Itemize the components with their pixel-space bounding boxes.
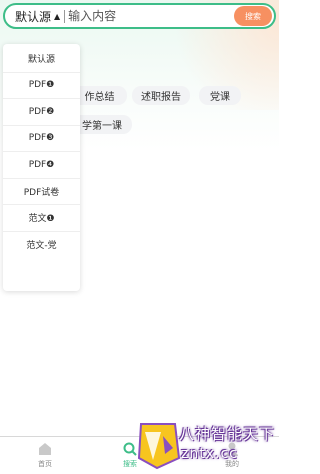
bottom-nav: 首页 搜索 我的	[0, 436, 279, 474]
nav-label: 我的	[225, 460, 239, 468]
nav-item-search[interactable]: 搜索	[110, 441, 150, 473]
dropdown-item[interactable]: PDF❹	[3, 152, 80, 179]
dropdown-item[interactable]: 默认源	[3, 46, 80, 73]
nav-label: 首页	[38, 460, 52, 468]
nav-item-profile[interactable]: 我的	[212, 441, 252, 473]
home-icon	[39, 443, 51, 455]
search-input[interactable]	[65, 5, 234, 27]
dropdown-item[interactable]: PDF❷	[3, 99, 80, 126]
dropdown-item[interactable]: 范文❶	[3, 205, 80, 232]
tag-item[interactable]: 党课	[199, 86, 241, 105]
tag-item[interactable]: 学第一课	[72, 115, 132, 134]
dropdown-item[interactable]: PDF❶	[3, 73, 80, 99]
nav-item-home[interactable]: 首页	[25, 441, 65, 473]
tag-item[interactable]: 述职报告	[132, 86, 190, 105]
search-bar: 默认源 ▲ 搜索	[3, 3, 276, 29]
search-button[interactable]: 搜索	[234, 6, 272, 26]
source-selector[interactable]: 默认源 ▲	[5, 5, 60, 27]
dropdown-item[interactable]: PDF❸	[3, 126, 80, 152]
user-icon	[226, 442, 238, 456]
search-icon	[123, 442, 137, 456]
nav-label: 搜索	[123, 460, 137, 468]
source-selector-label: 默认源	[15, 9, 52, 24]
source-dropdown: 默认源 PDF❶ PDF❷ PDF❸ PDF❹ PDF试卷 范文❶ 范文-党	[3, 44, 80, 291]
tag-item[interactable]: 作总结	[72, 86, 127, 105]
dropdown-item[interactable]: PDF试卷	[3, 179, 80, 205]
caret-up-icon: ▲	[54, 11, 61, 21]
dropdown-item[interactable]: 范文-党	[3, 232, 80, 259]
